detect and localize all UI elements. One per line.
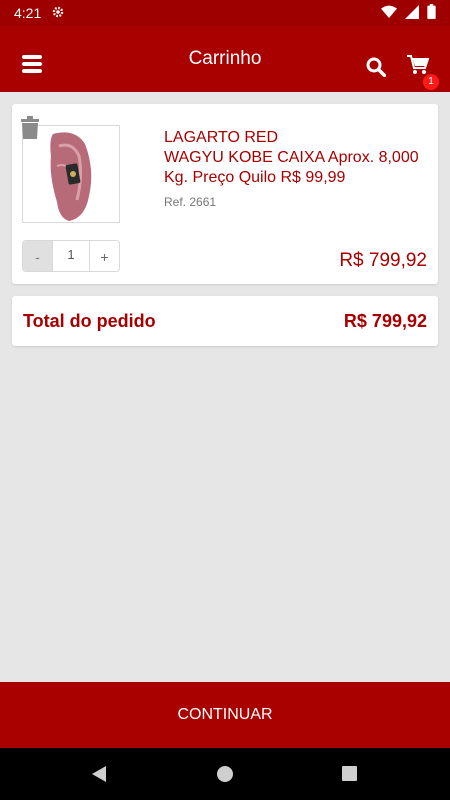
- menu-icon[interactable]: [22, 54, 42, 79]
- wifi-icon: [381, 5, 397, 22]
- back-icon[interactable]: [90, 765, 108, 788]
- cart-item-card: LAGARTO RED WAGYU KOBE CAIXA Aprox. 8,00…: [12, 104, 438, 284]
- order-total-label: Total do pedido: [23, 310, 156, 331]
- signal-icon: [405, 4, 419, 22]
- home-icon[interactable]: [216, 765, 234, 788]
- order-total-card: Total do pedido R$ 799,92: [12, 296, 438, 346]
- order-total-value: R$ 799,92: [343, 310, 427, 331]
- product-reference: Ref. 2661: [164, 195, 217, 209]
- app-bar: Carrinho 1: [0, 26, 450, 92]
- recents-icon[interactable]: [341, 765, 358, 787]
- continue-button[interactable]: CONTINUAR: [0, 682, 450, 748]
- status-bar: 4:21: [0, 0, 450, 26]
- product-name-line1: LAGARTO RED: [164, 129, 279, 146]
- increase-quantity-button[interactable]: +: [90, 241, 119, 271]
- quantity-stepper: - 1 +: [22, 240, 120, 272]
- product-name-line2: WAGYU KOBE CAIXA Aprox. 8,000 Kg. Preço …: [164, 149, 419, 186]
- system-nav-bar: [0, 748, 450, 800]
- search-icon[interactable]: [366, 57, 387, 82]
- trash-icon[interactable]: [20, 116, 40, 145]
- cart-count-badge: 1: [423, 74, 439, 90]
- product-name[interactable]: LAGARTO RED WAGYU KOBE CAIXA Aprox. 8,00…: [164, 128, 426, 188]
- quantity-value[interactable]: 1: [52, 241, 90, 271]
- status-time: 4:21: [14, 5, 42, 21]
- item-price: R$ 799,92: [339, 250, 427, 271]
- settings-icon: [51, 5, 65, 22]
- decrease-quantity-button[interactable]: -: [23, 241, 52, 271]
- battery-icon: [427, 4, 436, 22]
